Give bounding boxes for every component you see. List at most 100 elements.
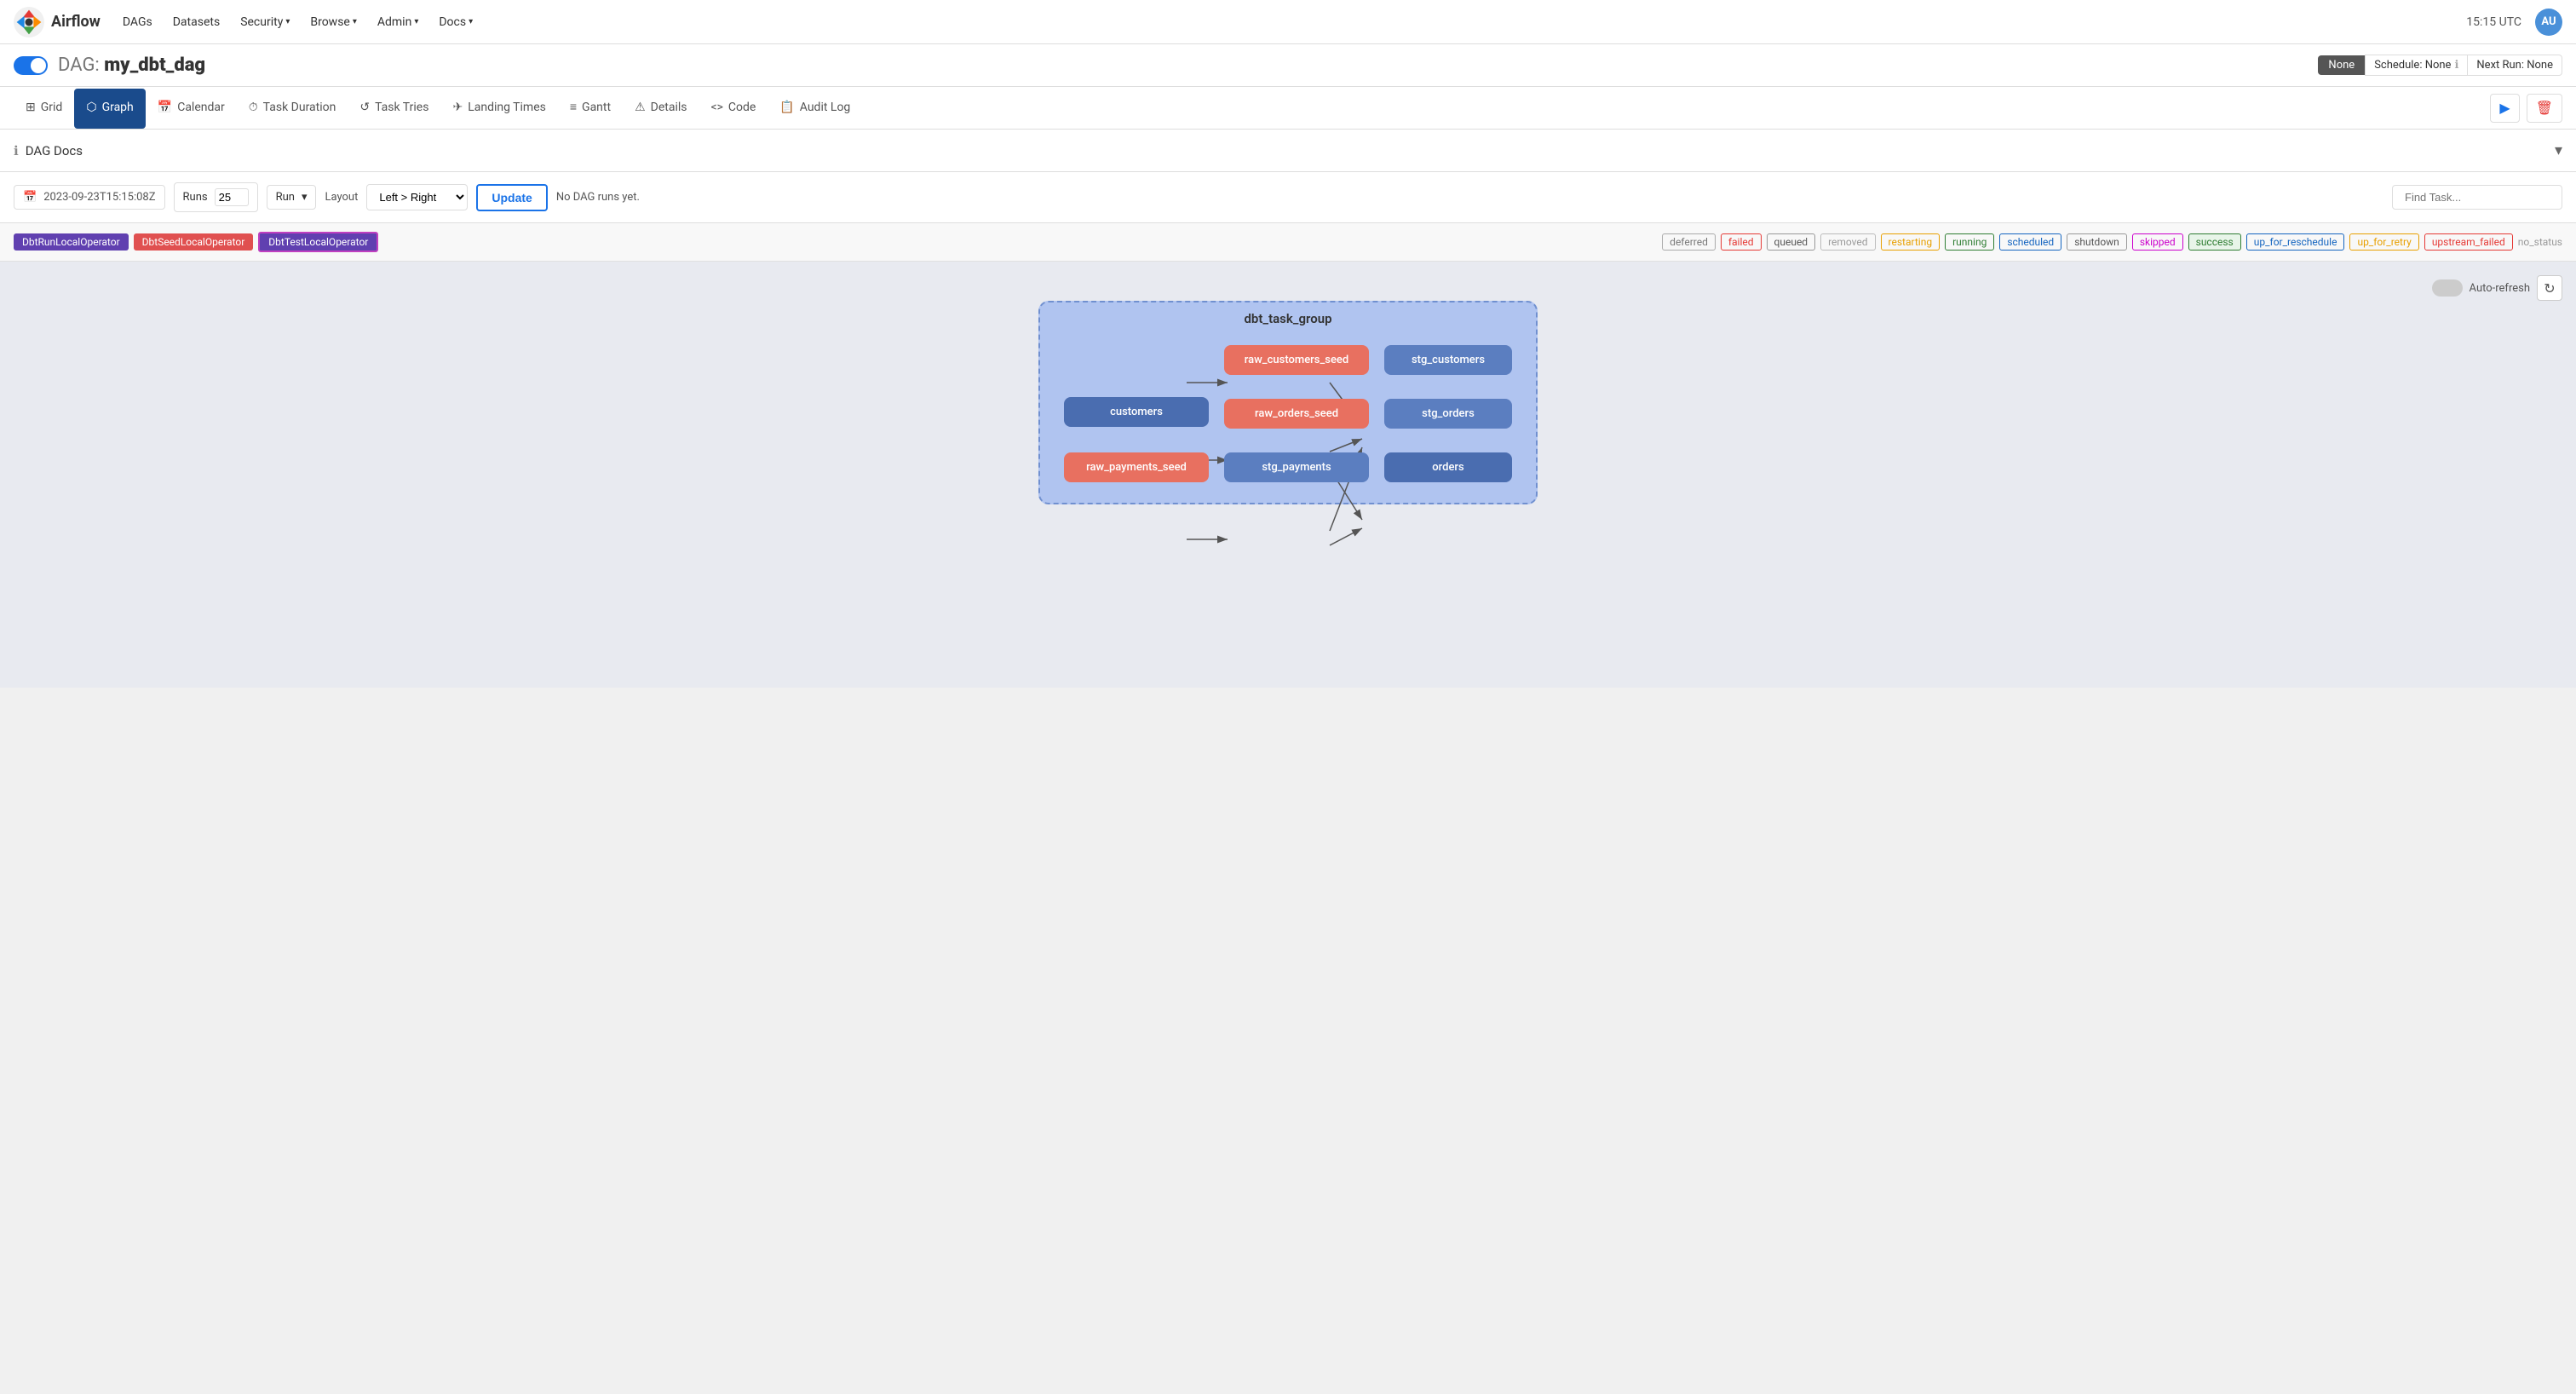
- node-raw-orders-seed[interactable]: raw_orders_seed: [1224, 399, 1369, 429]
- auto-refresh-label: Auto-refresh: [2470, 282, 2530, 295]
- dag-docs-label: DAG Docs: [26, 143, 83, 158]
- runs-control[interactable]: Runs: [174, 182, 258, 212]
- auto-refresh-toggle[interactable]: [2432, 279, 2463, 297]
- nav-dags[interactable]: DAGs: [114, 10, 161, 34]
- dag-header: DAG: my_dbt_dag None Schedule: None ℹ Ne…: [0, 44, 2576, 87]
- node-customers[interactable]: customers: [1064, 397, 1209, 427]
- update-button[interactable]: Update: [476, 184, 547, 211]
- nav-time[interactable]: 15:15 UTC: [2466, 15, 2521, 29]
- operator-dbtseed[interactable]: DbtSeedLocalOperator: [134, 233, 254, 251]
- nav-browse[interactable]: Browse ▾: [302, 10, 365, 34]
- node-raw-payments-seed[interactable]: raw_payments_seed: [1064, 452, 1209, 482]
- tabs: ⊞ Grid ⬡ Graph 📅 Calendar ⏱ Task Duratio…: [0, 87, 2576, 130]
- dag-docs-section[interactable]: ℹ DAG Docs ▾: [0, 130, 2576, 172]
- admin-chevron-icon: ▾: [414, 17, 418, 26]
- dag-graph-container: dbt_task_group: [14, 275, 2562, 504]
- grid-icon: ⊞: [26, 101, 36, 114]
- gantt-icon: ≡: [570, 100, 577, 114]
- operator-dbttest[interactable]: DbtTestLocalOperator: [258, 232, 378, 252]
- refresh-button[interactable]: ↻: [2537, 275, 2562, 301]
- nav-datasets[interactable]: Datasets: [164, 10, 228, 34]
- date-picker[interactable]: 📅 2023-09-23T15:15:08Z: [14, 185, 165, 210]
- nav-avatar[interactable]: AU: [2535, 9, 2562, 36]
- legend-bar: DbtRunLocalOperator DbtSeedLocalOperator…: [0, 223, 2576, 262]
- find-task-input[interactable]: [2392, 185, 2562, 210]
- airflow-logo: [14, 7, 44, 37]
- graph-area: Auto-refresh ↻ dbt_task_group: [0, 262, 2576, 688]
- layout-label: Layout: [325, 191, 358, 204]
- status-running: running: [1945, 233, 1994, 251]
- no-runs-text: No DAG runs yet.: [556, 191, 640, 204]
- tab-task-tries[interactable]: ↺ Task Tries: [348, 89, 440, 129]
- tab-task-duration[interactable]: ⏱ Task Duration: [237, 89, 348, 129]
- run-label: Run: [276, 191, 295, 204]
- nav-security[interactable]: Security ▾: [232, 10, 298, 34]
- layout-control: Layout: [325, 191, 358, 204]
- dag-group-title: dbt_task_group: [1244, 311, 1331, 326]
- brand[interactable]: Airflow: [14, 7, 101, 37]
- dag-docs-chevron-icon: ▾: [2555, 141, 2562, 159]
- tab-actions: ▶ 🗑: [2490, 94, 2562, 123]
- status-shutdown: shutdown: [2067, 233, 2127, 251]
- tab-grid[interactable]: ⊞ Grid: [14, 89, 74, 129]
- browse-chevron-icon: ▾: [353, 17, 357, 26]
- calendar-icon: 📅: [158, 101, 172, 114]
- node-stg-customers[interactable]: stg_customers: [1384, 345, 1512, 375]
- dag-toggle[interactable]: [14, 56, 48, 75]
- status-queued: queued: [1767, 233, 1816, 251]
- nav-docs[interactable]: Docs ▾: [430, 10, 481, 34]
- status-success: success: [2188, 233, 2241, 251]
- status-skipped: skipped: [2132, 233, 2183, 251]
- status-up-retry: up_for_retry: [2349, 233, 2418, 251]
- status-up-reschedule: up_for_reschedule: [2246, 233, 2345, 251]
- security-chevron-icon: ▾: [285, 17, 290, 26]
- node-raw-customers-seed[interactable]: raw_customers_seed: [1224, 345, 1369, 375]
- status-restarting: restarting: [1881, 233, 1941, 251]
- code-icon: <>: [710, 101, 722, 114]
- tab-graph[interactable]: ⬡ Graph: [74, 89, 145, 129]
- nav-admin[interactable]: Admin ▾: [369, 10, 427, 34]
- task-tries-icon: ↺: [359, 101, 370, 114]
- dag-task-group: dbt_task_group: [1038, 301, 1538, 504]
- graph-icon: ⬡: [86, 101, 96, 114]
- dag-name: my_dbt_dag: [104, 55, 205, 76]
- dag-prefix: DAG:: [58, 55, 100, 76]
- dag-meta-next: Next Run: None: [2468, 55, 2562, 76]
- tab-calendar[interactable]: 📅 Calendar: [146, 89, 237, 129]
- runs-input[interactable]: [215, 188, 249, 206]
- dag-docs-info-icon: ℹ: [14, 143, 19, 158]
- date-value: 2023-09-23T15:15:08Z: [43, 191, 155, 204]
- brand-label: Airflow: [51, 13, 101, 31]
- schedule-info-icon: ℹ: [2454, 59, 2458, 72]
- node-stg-payments[interactable]: stg_payments: [1224, 452, 1369, 482]
- layout-select[interactable]: Left > Right Top > Bottom: [366, 184, 468, 210]
- status-upstream-failed: upstream_failed: [2424, 233, 2513, 251]
- tab-details[interactable]: ⚠ Details: [623, 89, 699, 129]
- status-no-status: no_status: [2518, 236, 2562, 248]
- runs-label: Runs: [183, 191, 208, 204]
- tab-code[interactable]: <> Code: [699, 89, 768, 129]
- calendar-icon: 📅: [23, 191, 37, 204]
- controls-bar: 📅 2023-09-23T15:15:08Z Runs Run ▾ Layout…: [0, 172, 2576, 223]
- dag-meta-schedule: Schedule: None ℹ: [2365, 55, 2468, 76]
- delete-dag-button[interactable]: 🗑: [2527, 94, 2562, 123]
- status-removed: removed: [1820, 233, 1875, 251]
- run-chevron-icon: ▾: [302, 191, 308, 204]
- status-scheduled: scheduled: [1999, 233, 2061, 251]
- run-selector[interactable]: Run ▾: [267, 185, 317, 210]
- navbar: Airflow DAGs Datasets Security ▾ Browse …: [0, 0, 2576, 44]
- dag-meta-none: None: [2318, 55, 2365, 75]
- tab-audit-log[interactable]: 📋 Audit Log: [768, 89, 862, 129]
- docs-chevron-icon: ▾: [469, 17, 473, 26]
- tab-landing-times[interactable]: ✈ Landing Times: [440, 89, 557, 129]
- dag-meta: None Schedule: None ℹ Next Run: None: [2318, 55, 2562, 76]
- dag-title: DAG: my_dbt_dag: [58, 55, 2318, 76]
- status-deferred: deferred: [1662, 233, 1716, 251]
- node-stg-orders[interactable]: stg_orders: [1384, 399, 1512, 429]
- task-duration-icon: ⏱: [249, 101, 258, 114]
- status-failed: failed: [1721, 233, 1762, 251]
- node-orders[interactable]: orders: [1384, 452, 1512, 482]
- operator-dbtrun[interactable]: DbtRunLocalOperator: [14, 233, 129, 251]
- tab-gantt[interactable]: ≡ Gantt: [558, 88, 623, 129]
- run-dag-button[interactable]: ▶: [2490, 94, 2519, 123]
